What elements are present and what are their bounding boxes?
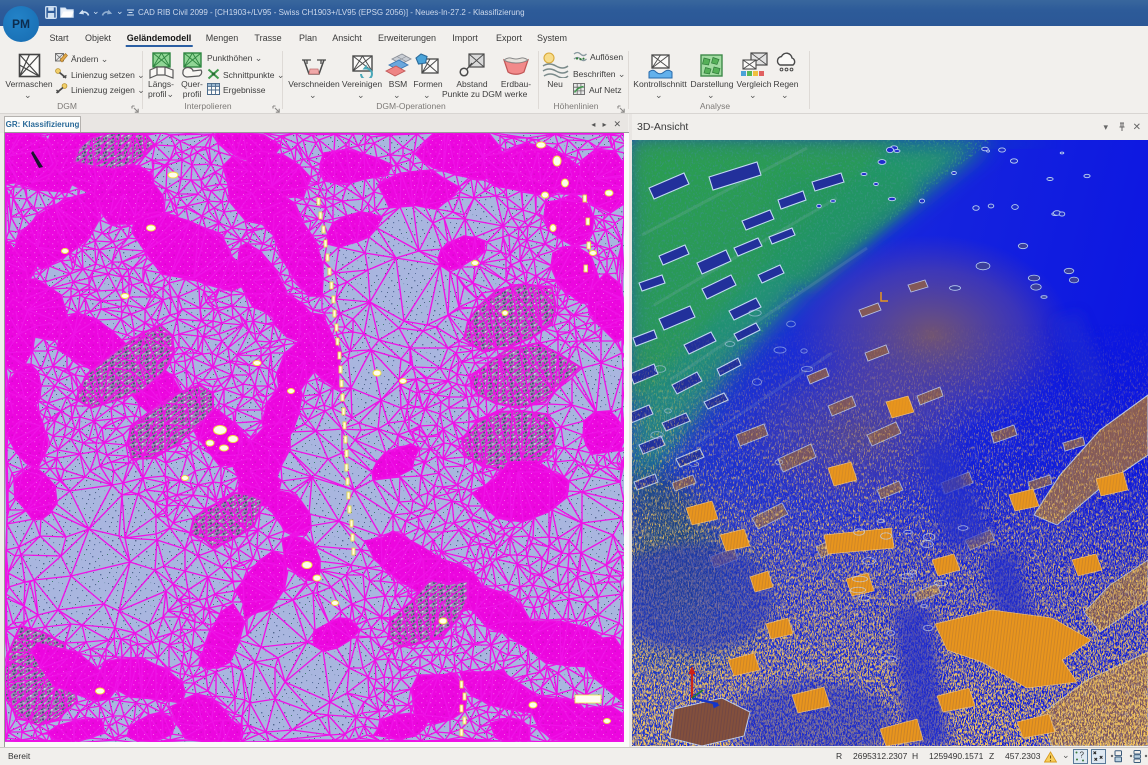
svg-text:?: ?: [1080, 751, 1085, 760]
